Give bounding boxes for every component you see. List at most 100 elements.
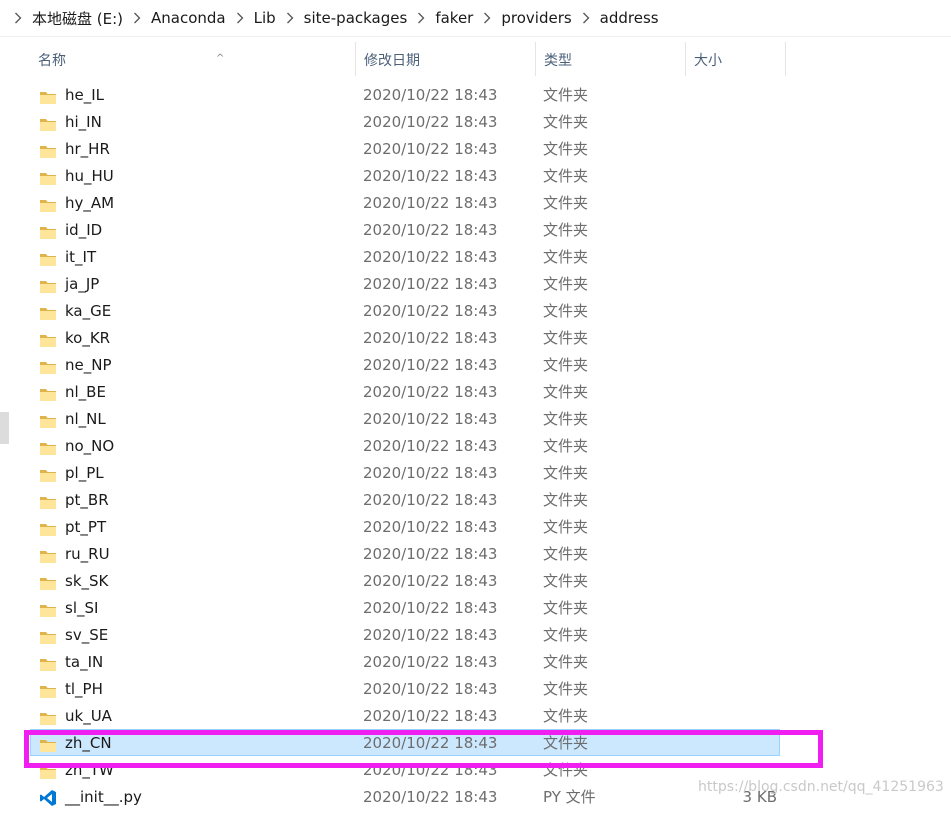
modified-date: 2020/10/22 18:43 (363, 491, 498, 509)
list-item[interactable]: sk_SK 2020/10/22 18:43 文件夹 (30, 567, 780, 594)
folder-icon (39, 384, 57, 401)
file-name: uk_UA (65, 707, 112, 725)
modified-date: 2020/10/22 18:43 (363, 410, 498, 428)
list-item[interactable]: no_NO 2020/10/22 18:43 文件夹 (30, 432, 780, 459)
folder-icon (39, 708, 57, 725)
file-type: 文件夹 (543, 383, 589, 401)
chevron-right-icon[interactable] (278, 8, 302, 28)
file-type: 文件夹 (543, 275, 589, 293)
modified-date: 2020/10/22 18:43 (363, 761, 498, 779)
file-type: 文件夹 (543, 113, 589, 131)
folder-icon (39, 438, 57, 455)
modified-date: 2020/10/22 18:43 (363, 221, 498, 239)
list-item[interactable]: pl_PL 2020/10/22 18:43 文件夹 (30, 459, 780, 486)
file-type: 文件夹 (543, 707, 589, 725)
list-item[interactable]: ru_RU 2020/10/22 18:43 文件夹 (30, 540, 780, 567)
folder-icon (39, 141, 57, 158)
list-item[interactable]: nl_NL 2020/10/22 18:43 文件夹 (30, 405, 780, 432)
modified-date: 2020/10/22 18:43 (363, 680, 498, 698)
file-name: ka_GE (65, 302, 112, 320)
chevron-right-icon[interactable] (574, 8, 598, 28)
list-item[interactable]: hr_HR 2020/10/22 18:43 文件夹 (30, 135, 780, 162)
chevron-right-icon[interactable] (6, 8, 30, 28)
list-item[interactable]: it_IT 2020/10/22 18:43 文件夹 (30, 243, 780, 270)
watermark: https://blog.csdn.net/qq_41251963 (698, 779, 944, 795)
list-item[interactable]: zh_CN 2020/10/22 18:43 文件夹 (30, 729, 780, 756)
list-item[interactable]: __init__.py 2020/10/22 18:43 PY 文件 3 KB (30, 783, 780, 810)
list-item[interactable]: he_IL 2020/10/22 18:43 文件夹 (30, 81, 780, 108)
list-item[interactable]: ta_IN 2020/10/22 18:43 文件夹 (30, 648, 780, 675)
modified-date: 2020/10/22 18:43 (363, 248, 498, 266)
list-item[interactable]: sl_SI 2020/10/22 18:43 文件夹 (30, 594, 780, 621)
list-item[interactable]: ko_KR 2020/10/22 18:43 文件夹 (30, 324, 780, 351)
file-name: he_IL (65, 86, 105, 104)
breadcrumb-item[interactable]: Anaconda (149, 9, 228, 27)
list-item[interactable]: ja_JP 2020/10/22 18:43 文件夹 (30, 270, 780, 297)
file-type: 文件夹 (543, 410, 589, 428)
file-type: 文件夹 (543, 356, 589, 374)
file-name: ja_JP (65, 275, 100, 293)
modified-date: 2020/10/22 18:43 (363, 626, 498, 644)
address-bar-breadcrumb: 本地磁盘 (E:) Anaconda Lib site-packages faker pr… (0, 0, 951, 37)
column-header-name[interactable]: 名称 ^ (30, 42, 356, 76)
file-name: __init__.py (65, 788, 142, 806)
chevron-right-icon[interactable] (475, 8, 499, 28)
chevron-right-icon[interactable] (125, 8, 149, 28)
sort-ascending-icon: ^ (216, 53, 225, 64)
list-item[interactable]: hu_HU 2020/10/22 18:43 文件夹 (30, 162, 780, 189)
file-name: hu_HU (65, 167, 114, 185)
breadcrumb-item[interactable]: providers (499, 9, 573, 27)
chevron-right-icon[interactable] (228, 8, 252, 28)
folder-icon (39, 735, 57, 752)
file-type: 文件夹 (543, 734, 589, 752)
list-item[interactable]: uk_UA 2020/10/22 18:43 文件夹 (30, 702, 780, 729)
file-type: 文件夹 (543, 464, 589, 482)
file-name: sv_SE (65, 626, 109, 644)
breadcrumb-item[interactable]: 本地磁盘 (E:) (30, 8, 125, 29)
folder-icon (39, 573, 57, 590)
folder-icon (39, 411, 57, 428)
list-item[interactable]: ne_NP 2020/10/22 18:43 文件夹 (30, 351, 780, 378)
column-header-type[interactable]: 类型 (536, 42, 686, 76)
column-header-date[interactable]: 修改日期 (356, 42, 536, 76)
breadcrumb-item[interactable]: faker (433, 9, 475, 27)
folder-icon (39, 276, 57, 293)
breadcrumb-item[interactable]: address (598, 9, 661, 27)
folder-icon (39, 168, 57, 185)
column-type-label: 类型 (544, 53, 572, 69)
file-name: id_ID (65, 221, 103, 239)
scrollbar-thumb[interactable] (0, 412, 9, 444)
chevron-right-icon[interactable] (409, 8, 433, 28)
list-item[interactable]: ka_GE 2020/10/22 18:43 文件夹 (30, 297, 780, 324)
folder-icon (39, 519, 57, 536)
file-type: 文件夹 (543, 140, 589, 158)
folder-icon (39, 357, 57, 374)
modified-date: 2020/10/22 18:43 (363, 86, 498, 104)
list-item[interactable]: id_ID 2020/10/22 18:43 文件夹 (30, 216, 780, 243)
folder-icon (39, 465, 57, 482)
list-item[interactable]: nl_BE 2020/10/22 18:43 文件夹 (30, 378, 780, 405)
list-item[interactable]: tl_PH 2020/10/22 18:43 文件夹 (30, 675, 780, 702)
folder-icon (39, 492, 57, 509)
column-date-label: 修改日期 (364, 53, 420, 69)
file-name: ta_IN (65, 653, 104, 671)
file-name: hr_HR (65, 140, 110, 158)
list-item[interactable]: pt_PT 2020/10/22 18:43 文件夹 (30, 513, 780, 540)
column-size-label: 大小 (694, 53, 722, 69)
modified-date: 2020/10/22 18:43 (363, 383, 498, 401)
folder-icon (39, 627, 57, 644)
list-item[interactable]: sv_SE 2020/10/22 18:43 文件夹 (30, 621, 780, 648)
list-item[interactable]: hy_AM 2020/10/22 18:43 文件夹 (30, 189, 780, 216)
list-item[interactable]: hi_IN 2020/10/22 18:43 文件夹 (30, 108, 780, 135)
column-header-size[interactable]: 大小 (686, 42, 786, 76)
list-item[interactable]: pt_BR 2020/10/22 18:43 文件夹 (30, 486, 780, 513)
file-name: pl_PL (65, 464, 104, 482)
file-name: ru_RU (65, 545, 110, 563)
folder-icon (39, 303, 57, 320)
file-type: 文件夹 (543, 680, 589, 698)
breadcrumb-item[interactable]: Lib (252, 9, 278, 27)
file-type: 文件夹 (543, 518, 589, 536)
breadcrumb-item[interactable]: site-packages (302, 9, 410, 27)
list-item[interactable]: zh_TW 2020/10/22 18:43 文件夹 (30, 756, 780, 783)
file-name: it_IT (65, 248, 97, 266)
